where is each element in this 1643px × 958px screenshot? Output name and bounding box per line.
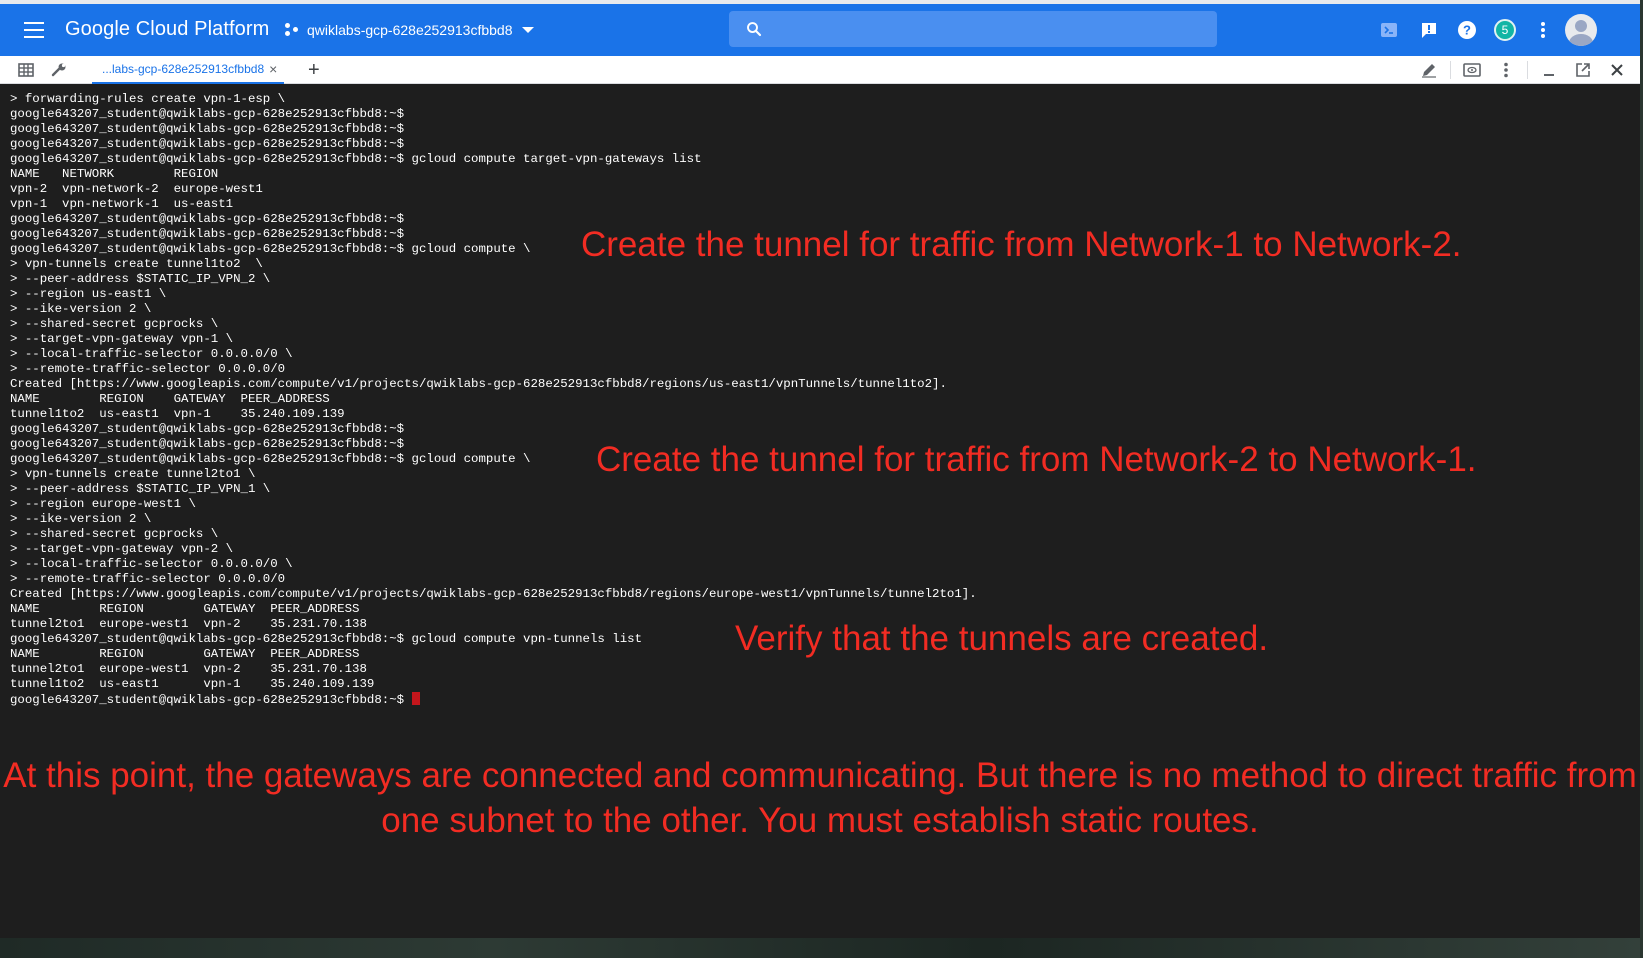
terminal-line: > --target-vpn-gateway vpn-1 \ xyxy=(10,332,234,346)
terminal-line: tunnel1to2 us-east1 vpn-1 35.240.109.139 xyxy=(10,407,345,421)
topbar-actions: ? 5 xyxy=(1373,14,1597,46)
tab-cloud-shell[interactable]: ...labs-gcp-628e252913cfbbd8 × xyxy=(92,56,284,84)
app-bar: Google Cloud Platform qwiklabs-gcp-628e2… xyxy=(0,0,1640,56)
terminal-line: > --remote-traffic-selector 0.0.0.0/0 xyxy=(10,572,286,586)
svg-text:?: ? xyxy=(1463,23,1471,38)
cloud-shell-icon[interactable] xyxy=(1373,14,1405,46)
project-name: qwiklabs-gcp-628e252913cfbbd8 xyxy=(307,22,513,38)
terminal-line: > --ike-version 2 \ xyxy=(10,512,152,526)
terminal-line: > forwarding-rules create vpn-1-esp \ xyxy=(10,92,286,106)
search-icon xyxy=(747,22,762,37)
close-tab-icon[interactable]: × xyxy=(269,62,277,76)
terminal-line: > --region europe-west1 \ xyxy=(10,497,196,511)
terminal-line: NAME REGION GATEWAY PEER_ADDRESS xyxy=(10,392,330,406)
annotation-tunnel-1-to-2: Create the tunnel for traffic from Netwo… xyxy=(581,225,1462,264)
terminal-line: Created [https://www.googleapis.com/comp… xyxy=(10,377,947,391)
grid-icon[interactable] xyxy=(18,62,34,78)
terminal-line: tunnel1to2 us-east1 vpn-1 35.240.109.139 xyxy=(10,677,375,691)
project-icon xyxy=(285,23,299,37)
terminal-line: google643207_student@qwiklabs-gcp-628e25… xyxy=(10,422,405,436)
project-selector[interactable]: qwiklabs-gcp-628e252913cfbbd8 xyxy=(285,16,535,44)
help-icon[interactable]: ? xyxy=(1451,14,1483,46)
terminal-line: > --local-traffic-selector 0.0.0.0/0 \ xyxy=(10,347,293,361)
terminal-line: > --remote-traffic-selector 0.0.0.0/0 xyxy=(10,362,286,376)
browser-window: Google Cloud Platform qwiklabs-gcp-628e2… xyxy=(0,0,1640,938)
desktop-background xyxy=(0,938,1643,958)
terminal-line: tunnel2to1 europe-west1 vpn-2 35.231.70.… xyxy=(10,662,367,676)
cloud-shell-tabbar: ...labs-gcp-628e252913cfbbd8 × + xyxy=(0,56,1640,84)
wrench-icon[interactable] xyxy=(51,62,67,78)
terminal-line: NAME REGION GATEWAY PEER_ADDRESS xyxy=(10,602,360,616)
annotation-summary: At this point, the gateways are connecte… xyxy=(3,756,1637,840)
more-vert-icon[interactable] xyxy=(1527,14,1559,46)
chevron-down-icon xyxy=(522,27,535,33)
terminal-line: > --local-traffic-selector 0.0.0.0/0 \ xyxy=(10,557,293,571)
search-bar[interactable] xyxy=(729,11,1217,47)
terminal-line: > --ike-version 2 \ xyxy=(10,302,152,316)
avatar-icon xyxy=(1565,14,1597,46)
feedback-icon[interactable] xyxy=(1413,14,1445,46)
pencil-icon[interactable] xyxy=(1412,58,1446,82)
terminal-line: > --target-vpn-gateway vpn-2 \ xyxy=(10,542,234,556)
menu-icon[interactable] xyxy=(20,18,48,42)
terminal-line: > --region us-east1 \ xyxy=(10,287,167,301)
notification-count: 5 xyxy=(1494,19,1516,41)
terminal-line: > --peer-address $STATIC_IP_VPN_1 \ xyxy=(10,482,271,496)
terminal-line: > --shared-secret gcprocks \ xyxy=(10,527,219,541)
terminal-output: > forwarding-rules create vpn-1-esp \ goo… xyxy=(10,92,977,707)
terminal-line: NAME NETWORK REGION xyxy=(10,167,219,181)
terminal-line: > --shared-secret gcprocks \ xyxy=(10,317,219,331)
notifications-badge[interactable]: 5 xyxy=(1489,14,1521,46)
close-icon[interactable] xyxy=(1600,58,1634,82)
terminal-line: > --peer-address $STATIC_IP_VPN_2 \ xyxy=(10,272,271,286)
more-vert-icon[interactable] xyxy=(1489,58,1523,82)
terminal-line: google643207_student@qwiklabs-gcp-628e25… xyxy=(10,152,702,166)
open-new-window-icon[interactable] xyxy=(1566,58,1600,82)
add-tab-icon[interactable]: + xyxy=(308,58,320,82)
terminal-line: vpn-2 vpn-network-2 europe-west1 xyxy=(10,182,263,196)
terminal-line: google643207_student@qwiklabs-gcp-628e25… xyxy=(10,122,405,136)
terminal-line: google643207_student@qwiklabs-gcp-628e25… xyxy=(10,692,977,707)
terminal-line: vpn-1 vpn-network-1 us-east1 xyxy=(10,197,234,211)
terminal-cursor xyxy=(411,692,420,705)
toolbar-divider xyxy=(1450,61,1451,79)
preview-icon[interactable] xyxy=(1455,58,1489,82)
toolbar-divider xyxy=(1527,61,1528,79)
account-avatar[interactable] xyxy=(1565,14,1597,46)
annotation-verify: Verify that the tunnels are created. xyxy=(735,619,1269,658)
tab-label: ...labs-gcp-628e252913cfbbd8 xyxy=(102,62,265,76)
minimize-icon[interactable] xyxy=(1532,58,1566,82)
terminal-toolbar xyxy=(1412,58,1634,82)
terminal-line: google643207_student@qwiklabs-gcp-628e25… xyxy=(10,137,405,151)
annotation-tunnel-2-to-1: Create the tunnel for traffic from Netwo… xyxy=(596,440,1477,479)
brand-title[interactable]: Google Cloud Platform xyxy=(65,18,269,41)
terminal-line: Created [https://www.googleapis.com/comp… xyxy=(10,587,977,601)
terminal-line: google643207_student@qwiklabs-gcp-628e25… xyxy=(10,107,405,121)
